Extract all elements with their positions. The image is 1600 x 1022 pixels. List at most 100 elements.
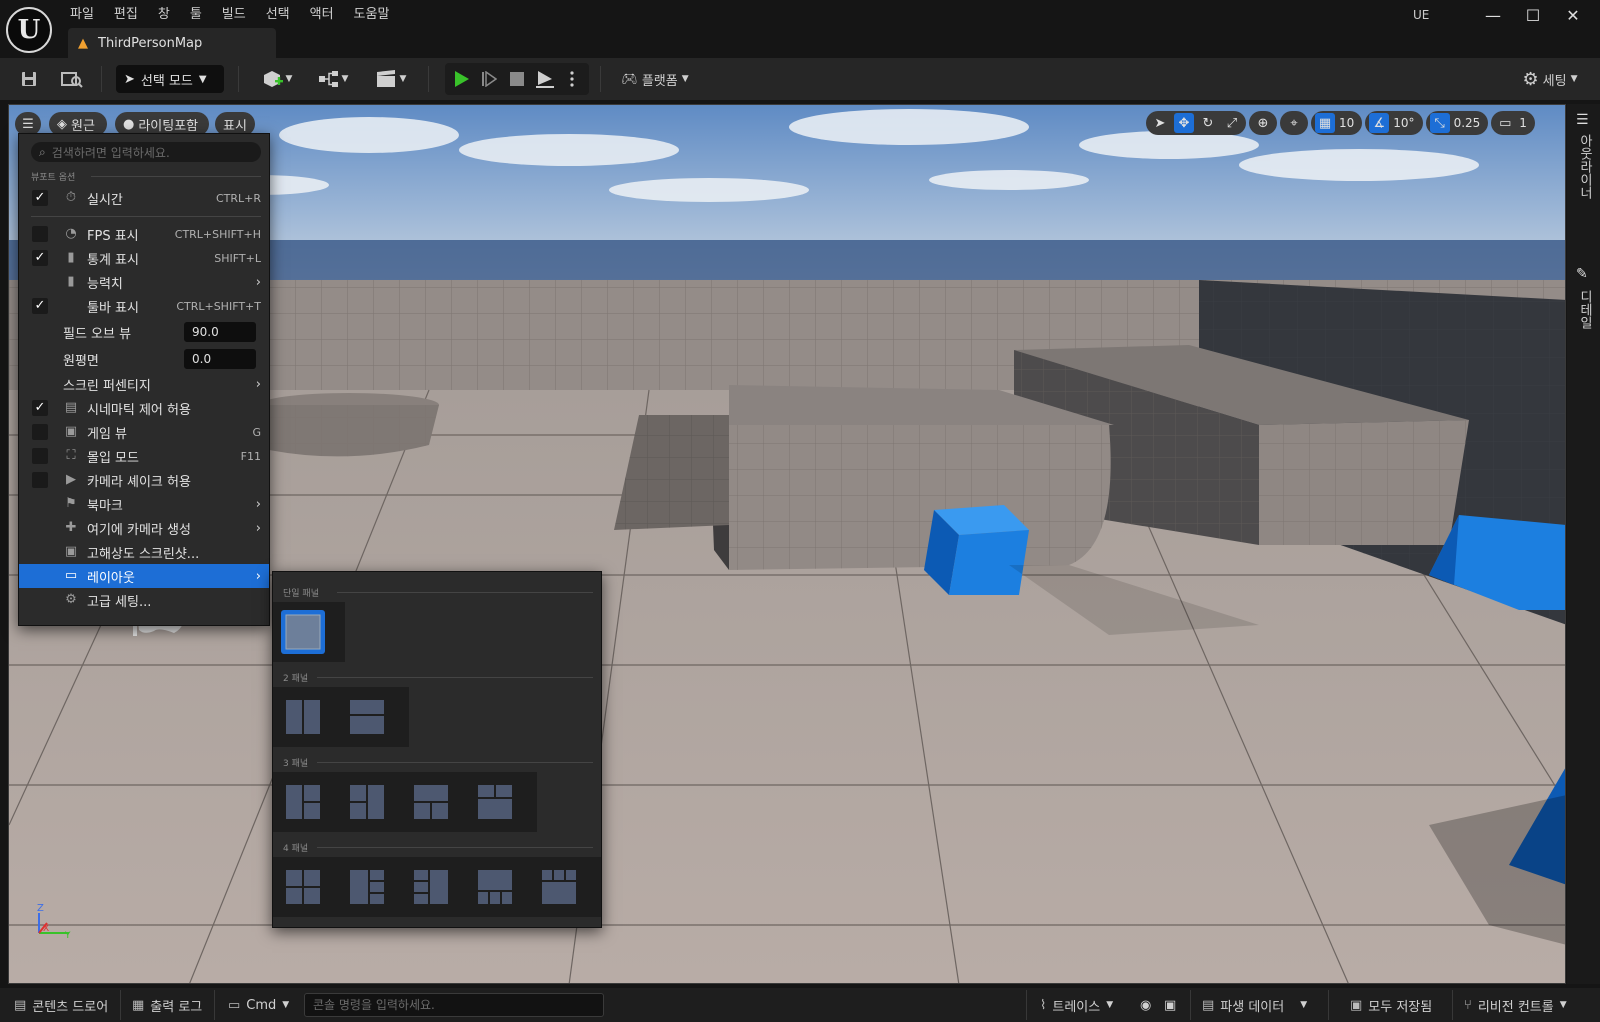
stop-icon[interactable] [505,65,529,93]
play-icon[interactable] [449,65,475,93]
derived-data-dropdown[interactable]: ▤ 파생 데이터 ▼ [1202,988,1307,1022]
camera-speed[interactable]: ▭ 1 [1491,111,1535,135]
eject-icon[interactable] [533,65,557,93]
menu-item-stats[interactable]: ✓ ▮ 통계 표시 SHIFT+L [19,246,269,270]
content-drawer-button[interactable]: ▤ 콘텐츠 드로어 [14,988,108,1022]
outliner-tab[interactable]: 아웃라이너 [1575,134,1594,199]
checkbox-checked[interactable]: ✓ [32,400,48,416]
layout-2-horizontal-button[interactable] [345,695,389,739]
bar-chart-icon: ▮ [67,274,75,289]
menu-search-input[interactable]: ⌕ 검색하려면 입력하세요. [31,142,261,162]
minimize-button[interactable]: — [1483,6,1503,26]
cinematics-button[interactable]: ▼ [370,65,412,93]
camera-icon: ▣ [1164,997,1177,1013]
screenshot-button[interactable]: ▣ [1164,988,1176,1022]
layout-4-top-button[interactable] [473,865,517,909]
menu-select[interactable]: 선택 [256,4,300,26]
fullscreen-icon: ⛶ [66,448,76,463]
surface-snap-icon[interactable]: ⌖ [1284,113,1304,133]
details-icon[interactable]: ✎ [1576,266,1588,282]
menu-item-layout[interactable]: ▭ 레이아웃 › [19,564,269,588]
add-actor-button[interactable]: ▼ [256,65,298,93]
menu-window[interactable]: 창 [148,4,180,26]
grid-snap[interactable]: ▦ 10 [1311,111,1363,135]
menu-item-bookmarks[interactable]: ⚑ 북마크 › [19,492,269,516]
menu-tools[interactable]: 툴 [180,4,212,26]
rotation-snap[interactable]: ∡ 10° [1365,111,1423,135]
layout-3-left-button[interactable] [281,780,325,824]
menu-item-camera-shake[interactable]: ▶ 카메라 셰이크 허용 [19,468,269,492]
close-button[interactable]: ✕ [1563,6,1583,26]
checkbox-checked[interactable]: ✓ [32,298,48,314]
checkbox-unchecked[interactable] [32,448,48,464]
outliner-icon[interactable]: ☰ [1576,112,1589,128]
checkbox-checked[interactable]: ✓ [32,190,48,206]
settings-dropdown[interactable]: ⚙ 세팅 ▼ [1510,65,1590,93]
menu-item-stat[interactable]: ▮ 능력치 › [19,270,269,294]
record-button[interactable]: ◉ [1140,988,1151,1022]
checkbox-unchecked[interactable] [32,424,48,440]
menu-item-fps[interactable]: ◔ FPS 표시 CTRL+SHIFT+H [19,222,269,246]
output-log-button[interactable]: ▦ 출력 로그 [132,988,202,1022]
step-icon[interactable] [477,65,501,93]
layout-2x2-button[interactable] [281,865,325,909]
platform-dropdown[interactable]: 🎮︎ 플랫폼 ▼ [616,65,694,93]
cmd-dropdown[interactable]: ▭ Cmd ▼ [228,988,289,1022]
menu-item-toolbar[interactable]: ✓ 툴바 표시 CTRL+SHIFT+T [19,294,269,318]
menu-file[interactable]: 파일 [60,4,104,26]
layout-3-bottom-button[interactable] [473,780,517,824]
menu-item-advanced-settings[interactable]: ⚙ 고급 세팅... [19,588,269,612]
blueprint-button[interactable]: ▼ [312,65,354,93]
menu-build[interactable]: 빌드 [212,4,256,26]
layout-4-bottom-button[interactable] [537,865,581,909]
save-icon[interactable] [16,65,42,93]
checkbox-unchecked[interactable] [32,226,48,242]
checkbox-checked[interactable]: ✓ [32,250,48,266]
details-tab[interactable]: 디테일 [1575,290,1594,329]
select-mode-dropdown[interactable]: ➤ 선택 모드 ▼ [116,65,224,93]
title-bar: U 파일 편집 창 툴 빌드 선택 액터 도움말 ▲ ThirdPersonMa… [0,0,1600,58]
menu-item-create-camera[interactable]: ✚ 여기에 카메라 생성 › [19,516,269,540]
tab-thirdpersonmap[interactable]: ▲ ThirdPersonMap [68,28,276,58]
menu-actor[interactable]: 액터 [300,4,344,26]
far-plane-input[interactable]: 0.0 [184,349,256,369]
chevron-down-icon: ▼ [341,74,349,84]
menu-item-realtime[interactable]: ✓ ⏱ 실시간 CTRL+R [19,186,269,210]
unreal-logo-icon[interactable]: U [6,7,52,53]
layout-4-left-button[interactable] [345,865,389,909]
layout-3-top-button[interactable] [409,780,453,824]
trace-dropdown[interactable]: ⌇ 트레이스 ▼ [1040,988,1113,1022]
grid-snap-value: 10 [1339,116,1355,130]
revision-control-dropdown[interactable]: ⑂ 리비전 컨트롤 ▼ [1464,988,1567,1022]
search-icon: ⌕ [39,144,46,159]
gauge-icon: ◔ [65,226,77,241]
menu-item-screen-percentage[interactable]: 스크린 퍼센티지 › [19,372,269,396]
menu-help[interactable]: 도움말 [344,4,400,26]
translate-tool-icon[interactable]: ✥ [1174,113,1194,133]
scale-snap[interactable]: ⤡ 0.25 [1425,111,1489,135]
layout-1x1-button[interactable] [281,610,325,654]
menu-item-cinematic-control[interactable]: ✓ ▤ 시네마틱 제어 허용 [19,396,269,420]
rotate-tool-icon[interactable]: ↻ [1198,113,1218,133]
more-options-icon[interactable] [561,65,583,93]
chevron-right-icon: › [255,520,261,536]
svg-text:X: X [43,924,49,934]
browse-icon[interactable] [58,65,86,93]
menu-item-immersive[interactable]: ⛶ 몰입 모드 F11 [19,444,269,468]
save-all-button[interactable]: ▣ 모두 저장됨 [1350,988,1432,1022]
layout-4-right-button[interactable] [409,865,453,909]
menu-edit[interactable]: 편집 [104,4,148,26]
console-input[interactable]: 콘솔 명령을 입력하세요. [304,993,604,1017]
fov-input[interactable]: 90.0 [184,322,256,342]
scale-tool-icon[interactable]: ⤢ [1222,113,1242,133]
layout-3-right-button[interactable] [345,780,389,824]
select-tool-icon[interactable]: ➤ [1150,113,1170,133]
app-label: UE [1413,8,1430,22]
checkbox-unchecked[interactable] [32,472,48,488]
menu-item-game-view[interactable]: ▣ 게임 뷰 G [19,420,269,444]
globe-icon[interactable]: ⊕ [1253,113,1273,133]
layout-2-vertical-button[interactable] [281,695,325,739]
chevron-down-icon: ▼ [1570,74,1578,84]
menu-item-highres-screenshot[interactable]: ▣ 고해상도 스크린샷... [19,540,269,564]
maximize-button[interactable]: ☐ [1523,6,1543,26]
